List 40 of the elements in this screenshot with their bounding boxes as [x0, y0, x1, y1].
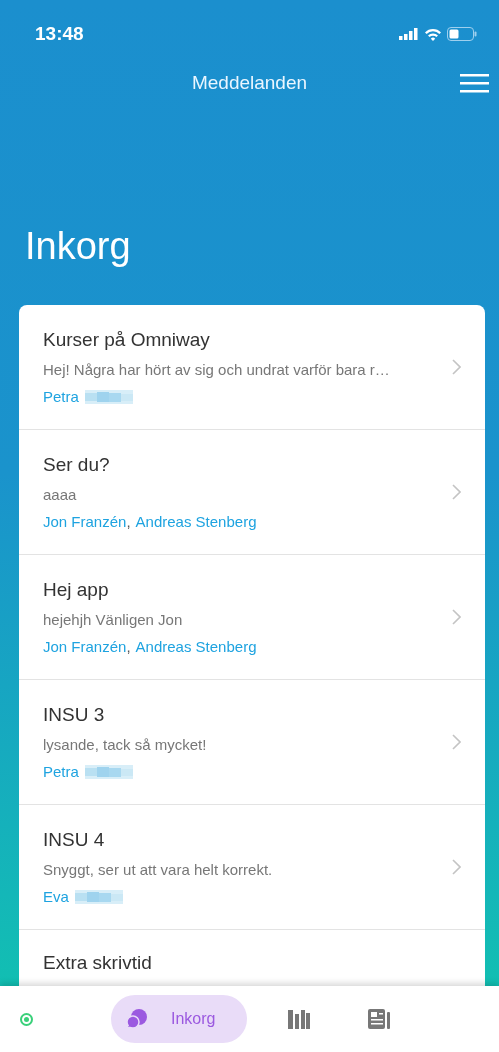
message-row[interactable]: Hej app hejehjh Vänligen Jon Jon Franzén, Andreas Stenberg [19, 555, 485, 680]
sender-name: Andreas Stenberg [135, 513, 257, 530]
message-row[interactable]: Kurser på Omniway Hej! Några har hört av sig och undrat varför bara r… Petra [19, 305, 485, 430]
message-preview: lysande, tack så mycket! [43, 736, 208, 753]
bookshelf-icon [287, 1008, 312, 1030]
inbox-heading: Inkorg [24, 224, 132, 269]
message-subject: Ser du? [43, 454, 111, 476]
sender-name: Petra [43, 388, 79, 405]
menu-icon[interactable] [460, 74, 489, 93]
wifi-icon [424, 27, 442, 41]
sender-name: Jon Franzén [43, 638, 127, 655]
chevron-right-icon [452, 484, 461, 500]
sender-name: Eva [43, 888, 69, 905]
separator-comma: , [126, 638, 131, 655]
message-subject: Extra skrivtid [43, 952, 153, 974]
signal-icon [399, 28, 419, 40]
message-subject: INSU 4 [43, 829, 106, 851]
newspaper-icon [367, 1008, 392, 1030]
battery-icon [447, 27, 477, 41]
chevron-right-icon [452, 734, 461, 750]
sender-name: Petra [43, 763, 79, 780]
sender-name: Jon Franzén [43, 513, 127, 530]
message-row[interactable]: Ser du? aaaa Jon Franzén, Andreas Stenberg [19, 430, 485, 555]
message-subject: INSU 3 [43, 704, 106, 726]
status-time: 13:48 [35, 23, 84, 45]
message-preview: aaaa [43, 486, 78, 503]
chat-icon [125, 1007, 149, 1031]
chevron-right-icon [452, 359, 461, 375]
message-subject: Hej app [43, 579, 110, 601]
screen-title: Meddelanden [191, 72, 308, 94]
separator-comma: , [126, 513, 131, 530]
message-row[interactable]: INSU 3 lysande, tack så mycket! Petra [19, 680, 485, 805]
sender-name: Andreas Stenberg [135, 638, 257, 655]
message-preview: Hej! Några har hört av sig och undrat varför bara r… [43, 361, 391, 378]
message-preview: Snyggt, ser ut att vara helt korrekt. [43, 861, 274, 878]
message-row[interactable]: INSU 4 Snyggt, ser ut att vara helt korrekt. Eva [19, 805, 485, 930]
message-subject: Kurser på Omniway [43, 329, 211, 351]
message-preview: hejehjh Vänligen Jon [43, 611, 184, 628]
chevron-right-icon [452, 609, 461, 625]
chevron-right-icon [452, 859, 461, 875]
